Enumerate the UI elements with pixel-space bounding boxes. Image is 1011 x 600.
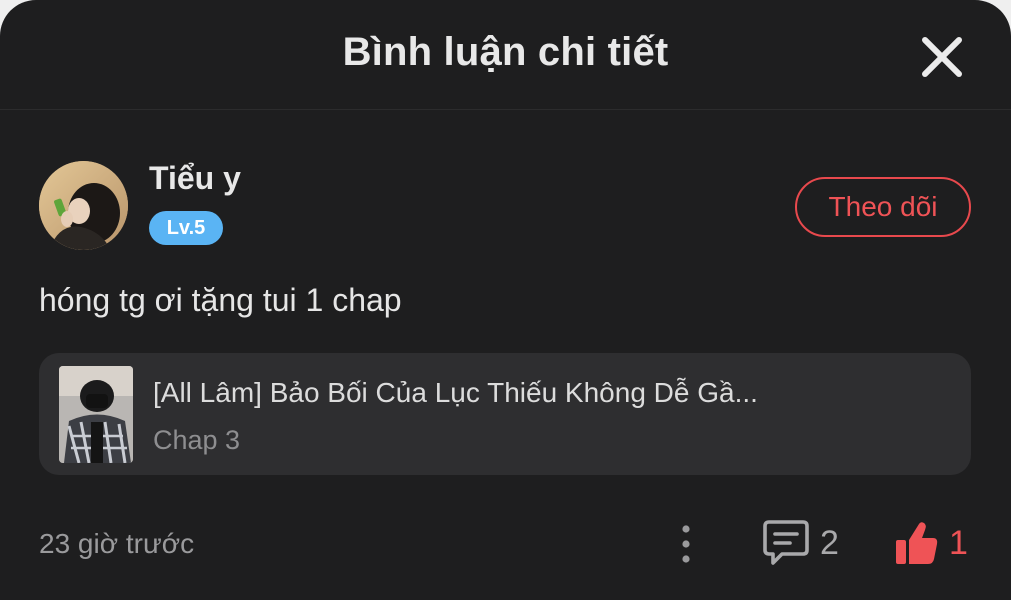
more-vertical-icon (682, 525, 690, 563)
avatar-photo (39, 161, 128, 250)
comic-cover-thumbnail (59, 366, 133, 463)
chapter-card[interactable]: [All Lâm] Bảo Bối Của Lục Thiếu Không Dễ… (39, 353, 971, 475)
reply-count: 2 (820, 524, 839, 562)
username[interactable]: Tiểu y (149, 160, 241, 197)
sheet-title: Bình luận chi tiết (342, 30, 669, 74)
follow-button[interactable]: Theo dõi (795, 177, 971, 237)
close-icon (922, 37, 962, 77)
comment-detail-sheet: Bình luận chi tiết Tiểu y Lv.5 Theo dõi … (0, 0, 1011, 600)
chapter-thumbnail (59, 366, 133, 463)
more-options-button[interactable] (670, 520, 702, 570)
like-count: 1 (949, 524, 968, 562)
avatar[interactable] (39, 161, 128, 250)
comment-icon (763, 520, 809, 565)
comment-text: hóng tg ơi tặng tui 1 chap (39, 282, 402, 318)
chapter-number: Chap 3 (153, 425, 241, 455)
timestamp: 23 giờ trước (39, 528, 195, 559)
reply-button[interactable]: 2 (762, 515, 852, 573)
like-button[interactable]: 1 (893, 515, 983, 573)
thumbs-up-icon (896, 522, 938, 564)
chapter-title: [All Lâm] Bảo Bối Của Lục Thiếu Không Dễ… (153, 377, 758, 408)
close-button[interactable] (912, 27, 972, 87)
sheet-header: Bình luận chi tiết (0, 0, 1011, 110)
level-badge: Lv.5 (149, 211, 223, 245)
